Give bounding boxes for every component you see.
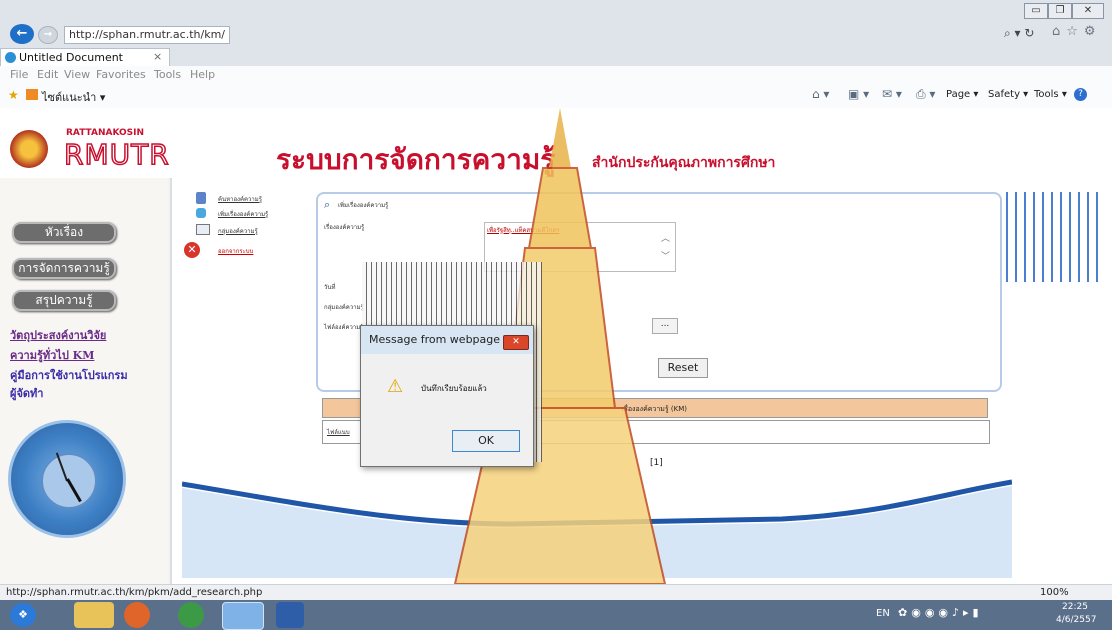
close-window-button[interactable]: ✕: [1072, 3, 1104, 19]
print-icon[interactable]: ⎙ ▾: [916, 87, 935, 102]
sidebar-link-general-km[interactable]: ความรู้ทั่วไป KM: [10, 346, 94, 364]
window-titlebar: [0, 0, 1112, 22]
ok-button[interactable]: OK: [452, 430, 520, 452]
sidebar-button-knowledge-management[interactable]: การจัดการความรู้: [12, 258, 116, 279]
clock-widget: [8, 420, 126, 538]
sidebar-link-objectives[interactable]: วัตถุประสงค์งานวิจัย: [10, 326, 106, 344]
label-date: วันที่: [324, 284, 336, 291]
ie-tab-icon: [5, 52, 16, 63]
back-button[interactable]: ←: [10, 24, 34, 44]
tray-icons[interactable]: ✿◉◉◉♪▸▮: [898, 606, 983, 619]
menu-file[interactable]: File: [10, 68, 28, 81]
dialog-message: บันทึกเรียบร้อยแล้ว: [421, 384, 487, 393]
safety-menu[interactable]: Safety ▾: [988, 89, 1028, 100]
home-icon[interactable]: ⌂ ▾: [812, 87, 829, 101]
minimize-button[interactable]: ▭: [1024, 3, 1048, 19]
menu-search-knowledge[interactable]: ค้นหาองค์ความรู้: [218, 194, 262, 204]
clock-time[interactable]: 22:25: [1062, 602, 1088, 612]
mail-icon[interactable]: ✉ ▾: [882, 87, 902, 101]
home-favorites-settings-icon[interactable]: ⌂☆⚙: [1052, 24, 1112, 42]
dialog-close-button[interactable]: ✕: [503, 335, 529, 350]
brand-top-text: RATTANAKOSIN: [66, 128, 145, 138]
database-icon: [196, 192, 206, 204]
page-menu[interactable]: Page ▾: [946, 89, 978, 100]
menu-bar: File Edit View Favorites Tools Help: [0, 66, 1112, 84]
logout-icon[interactable]: ✕: [184, 242, 200, 258]
feeds-icon[interactable]: ▣ ▾: [848, 87, 869, 101]
word-taskbar-icon[interactable]: [276, 602, 304, 628]
maximize-button[interactable]: ❐: [1048, 3, 1072, 19]
add-knowledge-icon: [196, 208, 206, 218]
chrome-taskbar-icon[interactable]: [178, 602, 204, 628]
status-bar: http://sphan.rmutr.ac.th/km/pkm/add_rese…: [0, 584, 1112, 601]
tab-close-icon[interactable]: ×: [153, 50, 162, 63]
favorites-bar: ★ ไซต์แนะนำ ▾ ⌂ ▾ ▣ ▾ ✉ ▾ ⎙ ▾ Page ▾ Saf…: [0, 84, 1112, 109]
label-file: ไฟล์องค์ความรู้: [324, 324, 364, 331]
dialog-title: Message from webpage: [369, 333, 501, 346]
firefox-taskbar-icon[interactable]: [124, 602, 150, 628]
sidebar-link-authors[interactable]: ผู้จัดทำ: [10, 384, 43, 402]
menu-help[interactable]: Help: [190, 68, 215, 81]
menu-logout[interactable]: ออกจากระบบ: [218, 246, 253, 256]
status-url: http://sphan.rmutr.ac.th/km/pkm/add_rese…: [6, 587, 263, 598]
clock-date[interactable]: 4/6/2557: [1056, 615, 1096, 625]
search-refresh-icon[interactable]: ⌕ ▾ ↻: [1004, 26, 1044, 42]
decorative-stripes: [1006, 192, 1102, 282]
address-bar[interactable]: http://sphan.rmutr.ac.th/km/: [64, 26, 230, 44]
menu-favorites[interactable]: Favorites: [96, 68, 146, 81]
university-emblem-icon: [10, 130, 48, 168]
menu-knowledge-groups[interactable]: กลุ่มองค์ความรู้: [218, 226, 258, 236]
sidebar-button-topics[interactable]: หัวเรื่อง: [12, 222, 116, 243]
tab-title: Untitled Document: [19, 51, 123, 64]
star-icon: ★: [8, 88, 19, 102]
menu-tools[interactable]: Tools: [154, 68, 181, 81]
start-button[interactable]: ❖: [10, 603, 36, 627]
monitor-icon: [196, 224, 210, 235]
warning-icon: ⚠: [387, 376, 404, 397]
menu-edit[interactable]: Edit: [37, 68, 58, 81]
ie-taskbar-icon[interactable]: [222, 602, 264, 630]
label-group: กลุ่มองค์ความรู้: [324, 304, 364, 311]
menu-view[interactable]: View: [64, 68, 90, 81]
forward-button[interactable]: →: [38, 26, 58, 44]
suggested-sites-link[interactable]: ไซต์แนะนำ ▾: [42, 88, 105, 106]
sidebar-button-knowledge-summary[interactable]: สรุปความรู้: [12, 290, 116, 311]
form-heading: เพิ่มเรื่ององค์ความรู้: [338, 202, 389, 209]
suggested-sites-icon: [26, 89, 38, 100]
zoom-level[interactable]: 100%: [1040, 585, 1069, 601]
language-indicator[interactable]: EN: [876, 608, 890, 619]
tab-untitled-document[interactable]: Untitled Document ×: [0, 48, 170, 67]
explorer-taskbar-icon[interactable]: [74, 602, 114, 628]
web-page: RATTANAKOSIN RMUTR ระบบการจัดการความรู้ …: [0, 108, 1112, 584]
table-row-link[interactable]: ไฟล์แนบ: [327, 427, 350, 437]
sidebar-link-manual[interactable]: คู่มือการใช้งานโปรแกรม: [10, 366, 128, 384]
magnifier-icon: ⌕: [324, 198, 331, 211]
label-topic: เรื่ององค์ความรู้: [324, 224, 365, 231]
message-dialog: Message from webpage ✕ ⚠ บันทึกเรียบร้อย…: [360, 325, 534, 467]
tools-menu[interactable]: Tools ▾: [1034, 89, 1067, 100]
menu-add-knowledge[interactable]: เพิ่มเรื่ององค์ความรู้: [218, 209, 268, 219]
sidebar: หัวเรื่อง การจัดการความรู้ สรุปความรู้ ว…: [0, 178, 168, 584]
rmutr-logo: RMUTR: [63, 137, 170, 172]
help-icon[interactable]: ?: [1074, 88, 1087, 101]
dialog-titlebar: Message from webpage ✕: [361, 326, 533, 354]
